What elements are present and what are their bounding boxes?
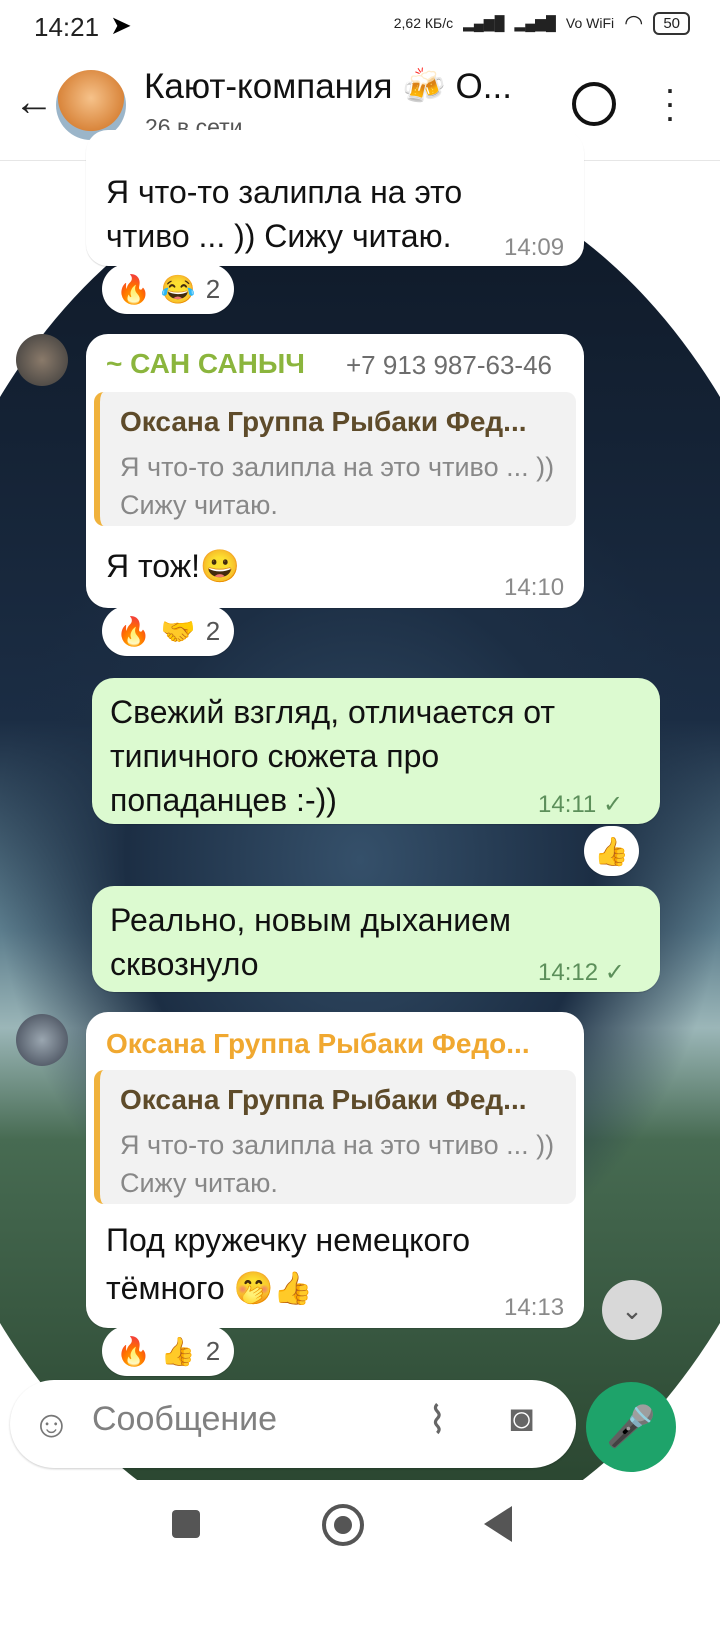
quote-author: Оксана Группа Рыбаки Фед... [120,406,527,437]
message-bubble[interactable]: ~ САН САНЫЧ +7 913 987-63-46 Оксана Груп… [86,334,584,608]
reactions[interactable]: 🔥 🤝 2 [102,606,235,656]
fire-icon: 🔥 [116,1335,151,1367]
sender-name[interactable]: ~ САН САНЫЧ [106,348,305,380]
fire-icon: 🔥 [116,273,151,305]
back-arrow-icon[interactable]: ← [14,80,54,125]
sticker-icon[interactable]: ☺ [32,1404,71,1447]
signal-icon-2: ▂▄▆█ [514,14,556,31]
sender-avatar[interactable] [16,1014,68,1066]
sender-phone: +7 913 987-63-46 [346,350,553,380]
quote-text: Я что-то залипла на это чтиво ... )) Сиж… [120,1130,555,1198]
nav-bar [0,1480,720,1650]
reaction-count: 2 [205,1335,221,1366]
message-time: 14:13 [504,1294,565,1321]
message-input-bar: ☺ Сообщение ⌇ ◙ [10,1380,576,1468]
battery-icon: 50 [653,11,690,35]
quote-author: Оксана Группа Рыбаки Фед... [120,1084,527,1115]
wifi-icon: ◠ [624,10,644,35]
reply-quote[interactable]: Оксана Группа Рыбаки Фед... Я что-то зал… [94,392,576,526]
status-icons: 2,62 КБ/с ▂▄▆█ ▂▄▆█ Vo WiFi ◠ 50 [394,10,690,36]
voice-chat-icon[interactable] [572,82,616,126]
sender-avatar[interactable] [16,334,68,386]
own-message-bubble[interactable]: Свежий взгляд, отличается от типичного с… [92,678,660,824]
chat-title[interactable]: Кают-компания 🍻 О... [144,66,512,107]
network-label: Vo WiFi [565,15,615,31]
message-text: Свежий взгляд, отличается от типичного с… [110,694,556,818]
reactions[interactable]: 👍 [584,826,639,876]
message-text: Я что-то залипла на это чтиво ... )) Сиж… [106,174,463,254]
message-text: Я тож!😀 [106,548,240,584]
thumbs-up-icon: 👍 [160,1335,196,1367]
recents-icon[interactable] [172,1510,200,1538]
own-message-bubble[interactable]: Реально, новым дыханием сквознуло 14:12 … [92,886,660,992]
signal-icon: ▂▄▆█ [463,14,505,31]
status-bar: 14:21 ➤ 2,62 КБ/с ▂▄▆█ ▂▄▆█ Vo WiFi ◠ 50 [0,0,720,52]
reply-quote[interactable]: Оксана Группа Рыбаки Фед... Я что-то зал… [94,1070,576,1204]
home-icon[interactable] [322,1504,364,1546]
message-text: Реально, новым дыханием сквознуло [110,902,511,982]
fire-icon: 🔥 [116,615,151,647]
reaction-count: 2 [205,615,221,646]
reactions[interactable]: 🔥 😂 2 [102,264,235,314]
message-text: Под кружечку немецкого тёмного 🤭👍 [106,1222,471,1306]
message-time: 14:12 ✓ [538,959,625,986]
net-speed: 2,62 КБ/с [393,15,454,31]
reaction-count: 2 [205,273,221,304]
message-input[interactable]: Сообщение [92,1400,277,1439]
attach-icon[interactable]: ⌇ [428,1398,447,1443]
reactions[interactable]: 🔥 👍 2 [102,1326,235,1376]
sender-name[interactable]: Оксана Группа Рыбаки Федо... [106,1028,530,1060]
mic-button[interactable]: 🎤 [586,1382,676,1472]
scroll-down-button[interactable]: ⌄ [602,1280,662,1340]
handshake-icon: 🤝 [160,615,196,647]
more-options-icon[interactable]: · · · [664,71,676,135]
thumbs-up-icon: 👍 [594,835,629,867]
message-time: 14:11 ✓ [538,791,624,818]
message-bubble[interactable]: Я что-то залипла на это чтиво ... )) Сиж… [86,130,584,266]
message-time: 14:09 [504,234,565,261]
camera-icon[interactable]: ◙ [510,1398,533,1441]
message-time: 14:10 [504,574,565,601]
nav-back-icon[interactable] [484,1506,512,1542]
quote-text: Я что-то залипла на это чтиво ... )) Сиж… [120,452,555,520]
telegram-icon: ➤ [110,10,132,40]
message-bubble[interactable]: Оксана Группа Рыбаки Федо... Оксана Груп… [86,1012,584,1328]
status-time: 14:21 [34,12,100,42]
laughing-icon: 😂 [160,273,196,305]
